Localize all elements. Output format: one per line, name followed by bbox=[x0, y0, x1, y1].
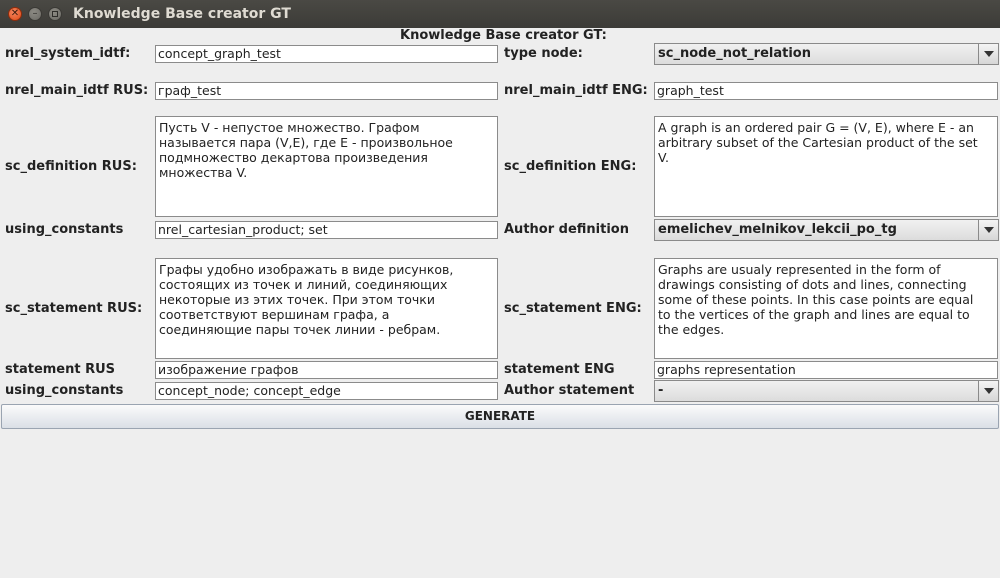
definition-eng-label: sc_definition ENG: bbox=[504, 159, 637, 174]
chevron-down-icon[interactable] bbox=[978, 220, 998, 240]
author-definition-value: emelichev_melnikov_lekcii_po_tg bbox=[658, 222, 897, 237]
statement-title-rus-label: statement RUS bbox=[5, 362, 116, 377]
minimize-window-button[interactable]: – bbox=[28, 7, 42, 21]
definition-rus-label: sc_definition RUS: bbox=[5, 159, 137, 174]
close-icon: ✕ bbox=[10, 8, 20, 19]
statement-title-rus-field[interactable]: изображение графов bbox=[155, 361, 498, 379]
type-node-value: sc_node_not_relation bbox=[658, 46, 811, 61]
type-node-select[interactable]: sc_node_not_relation bbox=[654, 43, 999, 65]
window-title: Knowledge Base creator GT bbox=[73, 6, 291, 22]
definition-rus-textarea[interactable]: Пусть V - непустое множество. Графом наз… bbox=[155, 116, 498, 217]
maximize-icon bbox=[52, 11, 58, 17]
using-constants-statement-field[interactable]: concept_node; concept_edge bbox=[155, 382, 498, 400]
chevron-down-icon[interactable] bbox=[978, 44, 998, 64]
statement-eng-textarea[interactable]: Graphs are usualy represented in the for… bbox=[654, 258, 998, 359]
using-constants-statement-label: using_constants bbox=[5, 383, 124, 398]
main-idtf-rus-label: nrel_main_idtf RUS: bbox=[5, 83, 149, 98]
main-idtf-eng-label: nrel_main_idtf ENG: bbox=[504, 83, 648, 98]
main-idtf-eng-field[interactable]: graph_test bbox=[654, 82, 998, 100]
statement-title-eng-field[interactable]: graphs representation bbox=[654, 361, 998, 379]
statement-rus-label: sc_statement RUS: bbox=[5, 301, 143, 316]
using-constants-definition-label: using_constants bbox=[5, 222, 124, 237]
author-statement-value: - bbox=[658, 383, 664, 398]
system-idtf-label: nrel_system_idtf: bbox=[5, 46, 131, 61]
minimize-icon: – bbox=[32, 8, 38, 19]
chevron-down-icon[interactable] bbox=[978, 381, 998, 401]
author-definition-select[interactable]: emelichev_melnikov_lekcii_po_tg bbox=[654, 219, 999, 241]
type-node-label: type node: bbox=[504, 46, 583, 61]
system-idtf-field[interactable]: concept_graph_test bbox=[155, 45, 498, 63]
generate-button[interactable]: GENERATE bbox=[1, 404, 999, 429]
maximize-window-button[interactable] bbox=[48, 7, 62, 21]
form-heading: Knowledge Base creator GT: bbox=[400, 28, 607, 43]
using-constants-definition-field[interactable]: nrel_cartesian_product; set bbox=[155, 221, 498, 239]
main-idtf-rus-field[interactable]: граф_test bbox=[155, 82, 498, 100]
title-bar: ✕ – Knowledge Base creator GT bbox=[0, 0, 1000, 28]
author-statement-select[interactable]: - bbox=[654, 380, 999, 402]
close-window-button[interactable]: ✕ bbox=[8, 7, 22, 21]
author-definition-label: Author definition bbox=[504, 222, 629, 237]
statement-title-eng-label: statement ENG bbox=[504, 362, 615, 377]
author-statement-label: Author statement bbox=[504, 383, 635, 398]
statement-rus-textarea[interactable]: Графы удобно изображать в виде рисунков,… bbox=[155, 258, 498, 359]
statement-eng-label: sc_statement ENG: bbox=[504, 301, 642, 316]
definition-eng-textarea[interactable]: A graph is an ordered pair G = (V, E), w… bbox=[654, 116, 998, 217]
